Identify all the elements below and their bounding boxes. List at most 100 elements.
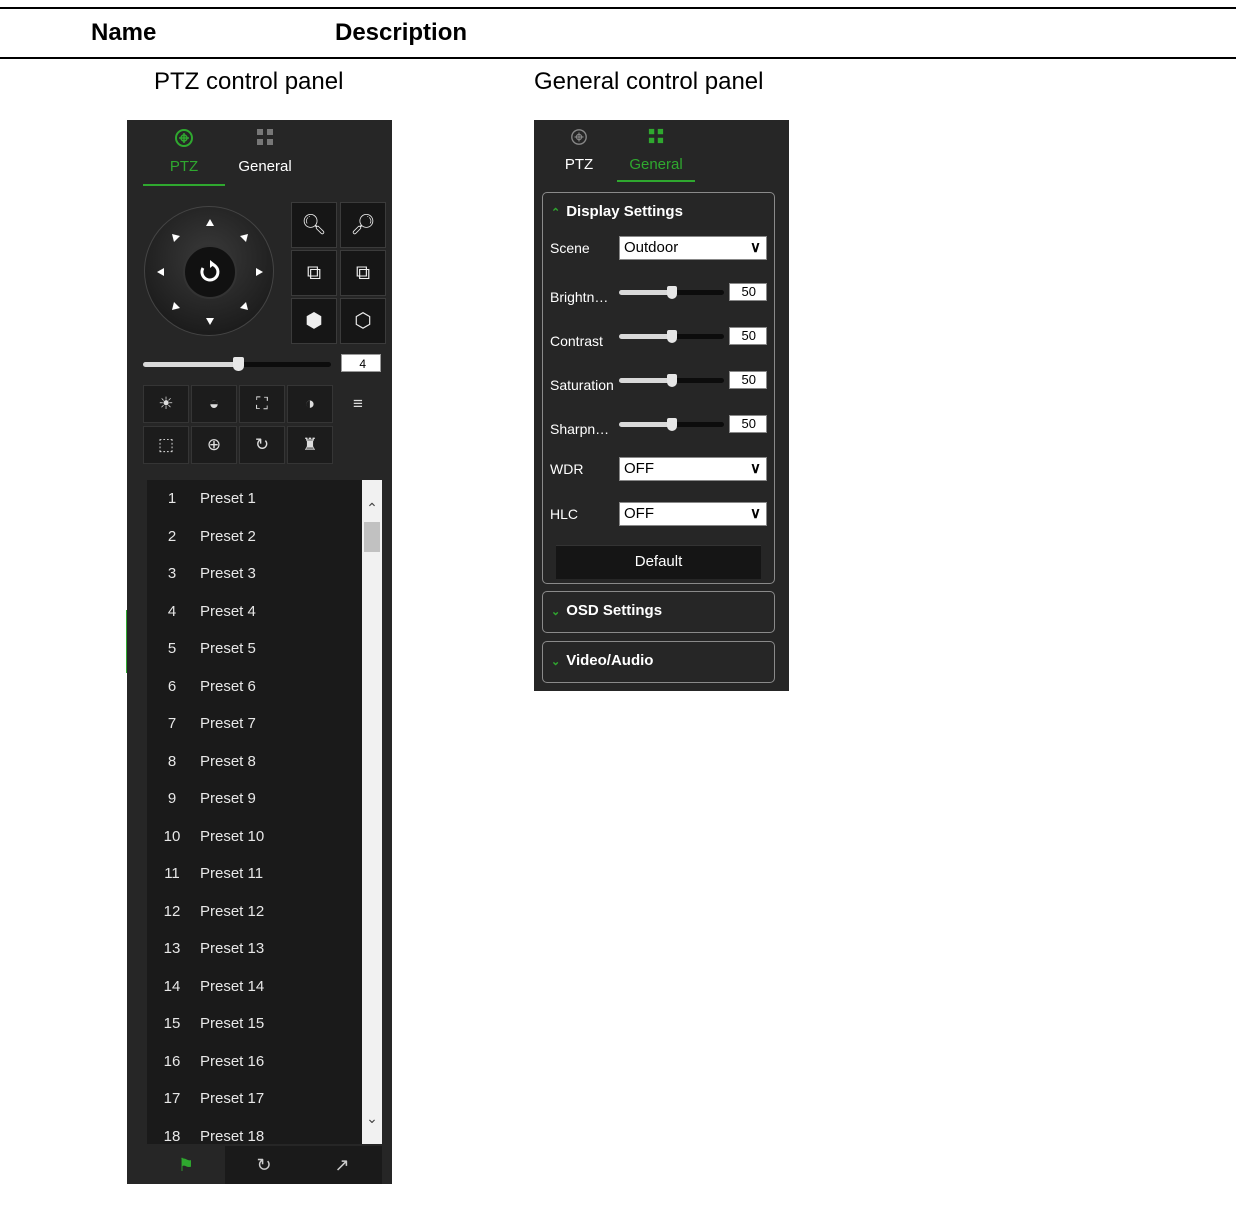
preset-row[interactable]: 8 Preset 8	[147, 743, 362, 781]
zoom-out-button[interactable]: 🔍︎	[291, 202, 337, 248]
preset-name: Preset 3	[200, 565, 256, 582]
preset-row[interactable]: 17 Preset 17	[147, 1080, 362, 1118]
preset-row[interactable]: 6 Preset 6	[147, 668, 362, 706]
slider-thumb[interactable]	[666, 374, 677, 387]
scroll-down-icon[interactable]: ⌄	[362, 1108, 382, 1128]
focus-near-button[interactable]: ⧉	[291, 250, 337, 296]
wiper-button[interactable]: ◒	[191, 385, 237, 423]
video-audio-section[interactable]: ⌄ Video/Audio	[542, 641, 775, 683]
preset-number: 17	[163, 1090, 181, 1107]
tab-general[interactable]: General	[617, 120, 695, 182]
preset-name: Preset 12	[200, 902, 265, 920]
tab-ptz[interactable]: PTZ	[539, 120, 619, 186]
slider-value[interactable]: 50	[729, 415, 767, 433]
3d-positioning-button[interactable]: ⊕	[191, 426, 237, 464]
speed-slider-track[interactable]	[239, 362, 331, 367]
preset-row[interactable]: 3 Preset 3	[147, 555, 362, 593]
preset-row[interactable]: 10 Preset 10	[147, 818, 362, 856]
osd-settings-section[interactable]: ⌄ OSD Settings	[542, 591, 775, 633]
light-button[interactable]: ☀	[143, 385, 189, 423]
default-button[interactable]: Default	[556, 545, 761, 579]
preset-row[interactable]: 4 Preset 4	[147, 593, 362, 631]
area-zoom-button[interactable]: ⬚	[143, 426, 189, 464]
lens-init-button[interactable]: ◑	[287, 385, 333, 423]
scroll-thumb[interactable]	[364, 522, 380, 552]
preset-row[interactable]: 2 Preset 2	[147, 518, 362, 556]
patrol-icon: ↻	[256, 1155, 272, 1175]
slider-value[interactable]: 50	[729, 283, 767, 301]
scroll-up-icon[interactable]: ⌃	[362, 498, 382, 518]
tab-patrols[interactable]: ↻	[225, 1146, 303, 1184]
osd-settings-header[interactable]: ⌄ OSD Settings	[551, 602, 662, 619]
preset-row[interactable]: 7 Preset 7	[147, 705, 362, 743]
preset-number: 6	[167, 677, 177, 695]
preset-row[interactable]: 9 Preset 9	[147, 780, 362, 818]
chevron-down-icon: ∨	[750, 239, 761, 256]
slider-label: Brightn…	[550, 289, 609, 305]
zoom-in-button[interactable]: 🔎︎	[340, 202, 386, 248]
preset-row[interactable]: 15 Preset 15	[147, 1005, 362, 1043]
preset-scrollbar[interactable]: ⌃ ⌄	[362, 480, 382, 1144]
focus-far-button[interactable]: ⧉	[340, 250, 386, 296]
preset-name: Preset 18	[200, 1127, 265, 1145]
preset-row[interactable]: 11 Preset 11	[147, 855, 362, 893]
preset-row[interactable]: 18 Preset 18	[147, 1118, 362, 1145]
tab-patterns[interactable]: ↗	[303, 1146, 381, 1184]
ptz-bottom-tabs: ⚑ ↻ ↗	[147, 1146, 382, 1184]
preset-number: 13	[163, 940, 181, 957]
ptz-crosshair-icon	[174, 128, 194, 152]
preset-name: Preset 9	[200, 790, 256, 807]
slider-track[interactable]	[671, 422, 724, 427]
chevron-down-icon: ∨	[750, 505, 761, 522]
slider-track[interactable]	[671, 378, 724, 383]
hlc-select[interactable]: OFF ∨	[619, 502, 767, 526]
preset-number: 18	[163, 1127, 181, 1145]
scene-select[interactable]: Outdoor ∨	[619, 236, 767, 260]
wdr-select[interactable]: OFF ∨	[619, 457, 767, 481]
park-button[interactable]: ♜	[287, 426, 333, 464]
display-settings-header[interactable]: ⌃ Display Settings	[551, 203, 683, 220]
display-settings-title: Display Settings	[566, 203, 683, 220]
preset-name: Preset 10	[200, 827, 265, 845]
slider-track[interactable]	[671, 334, 724, 339]
rotate-icon	[200, 260, 220, 282]
slider-track[interactable]	[671, 290, 724, 295]
active-tab-underline	[617, 180, 695, 182]
iris-open-button[interactable]: ⬡	[340, 298, 386, 344]
ptz-direction-pad[interactable]	[144, 206, 274, 336]
slider-label: Saturation	[550, 377, 614, 393]
auto-pan-button[interactable]	[183, 245, 237, 299]
slider-thumb[interactable]	[666, 330, 677, 343]
more-menu-button[interactable]: ≡	[335, 385, 381, 423]
manual-focus-button[interactable]: ⛶	[239, 385, 285, 423]
chevron-up-icon: ⌃	[551, 207, 561, 219]
preset-row[interactable]: 1 Preset 1	[147, 480, 362, 518]
tab-ptz[interactable]: PTZ	[143, 120, 225, 186]
speed-slider-thumb[interactable]	[233, 357, 244, 371]
chevron-down-icon: ∨	[750, 460, 761, 477]
hlc-label: HLC	[550, 506, 579, 522]
preset-number: 11	[164, 865, 180, 882]
flag-icon: ⚑	[177, 1155, 195, 1175]
slider-thumb[interactable]	[666, 286, 677, 299]
preset-row[interactable]: 16 Preset 16	[147, 1043, 362, 1081]
slider-value[interactable]: 50	[729, 327, 767, 345]
slider-thumb[interactable]	[666, 418, 677, 431]
tab-general[interactable]: General	[225, 120, 305, 186]
one-touch-patrol-button[interactable]: ↻	[239, 426, 285, 464]
preset-name: Preset 1	[200, 490, 256, 507]
zoom-in-icon: 🔎︎	[350, 214, 376, 236]
preset-row[interactable]: 5 Preset 5	[147, 630, 362, 668]
iris-close-icon: ⬢	[305, 310, 323, 332]
preset-row[interactable]: 12 Preset 12	[147, 893, 362, 931]
speed-slider-fill	[143, 362, 239, 367]
slider-label: Sharpn…	[550, 421, 610, 437]
slider-fill	[619, 334, 672, 339]
video-audio-header[interactable]: ⌄ Video/Audio	[551, 652, 653, 669]
speed-value[interactable]: 4	[341, 354, 381, 372]
preset-row[interactable]: 14 Preset 14	[147, 968, 362, 1006]
preset-row[interactable]: 13 Preset 13	[147, 930, 362, 968]
iris-close-button[interactable]: ⬢	[291, 298, 337, 344]
tab-presets[interactable]: ⚑	[147, 1146, 225, 1184]
slider-value[interactable]: 50	[729, 371, 767, 389]
